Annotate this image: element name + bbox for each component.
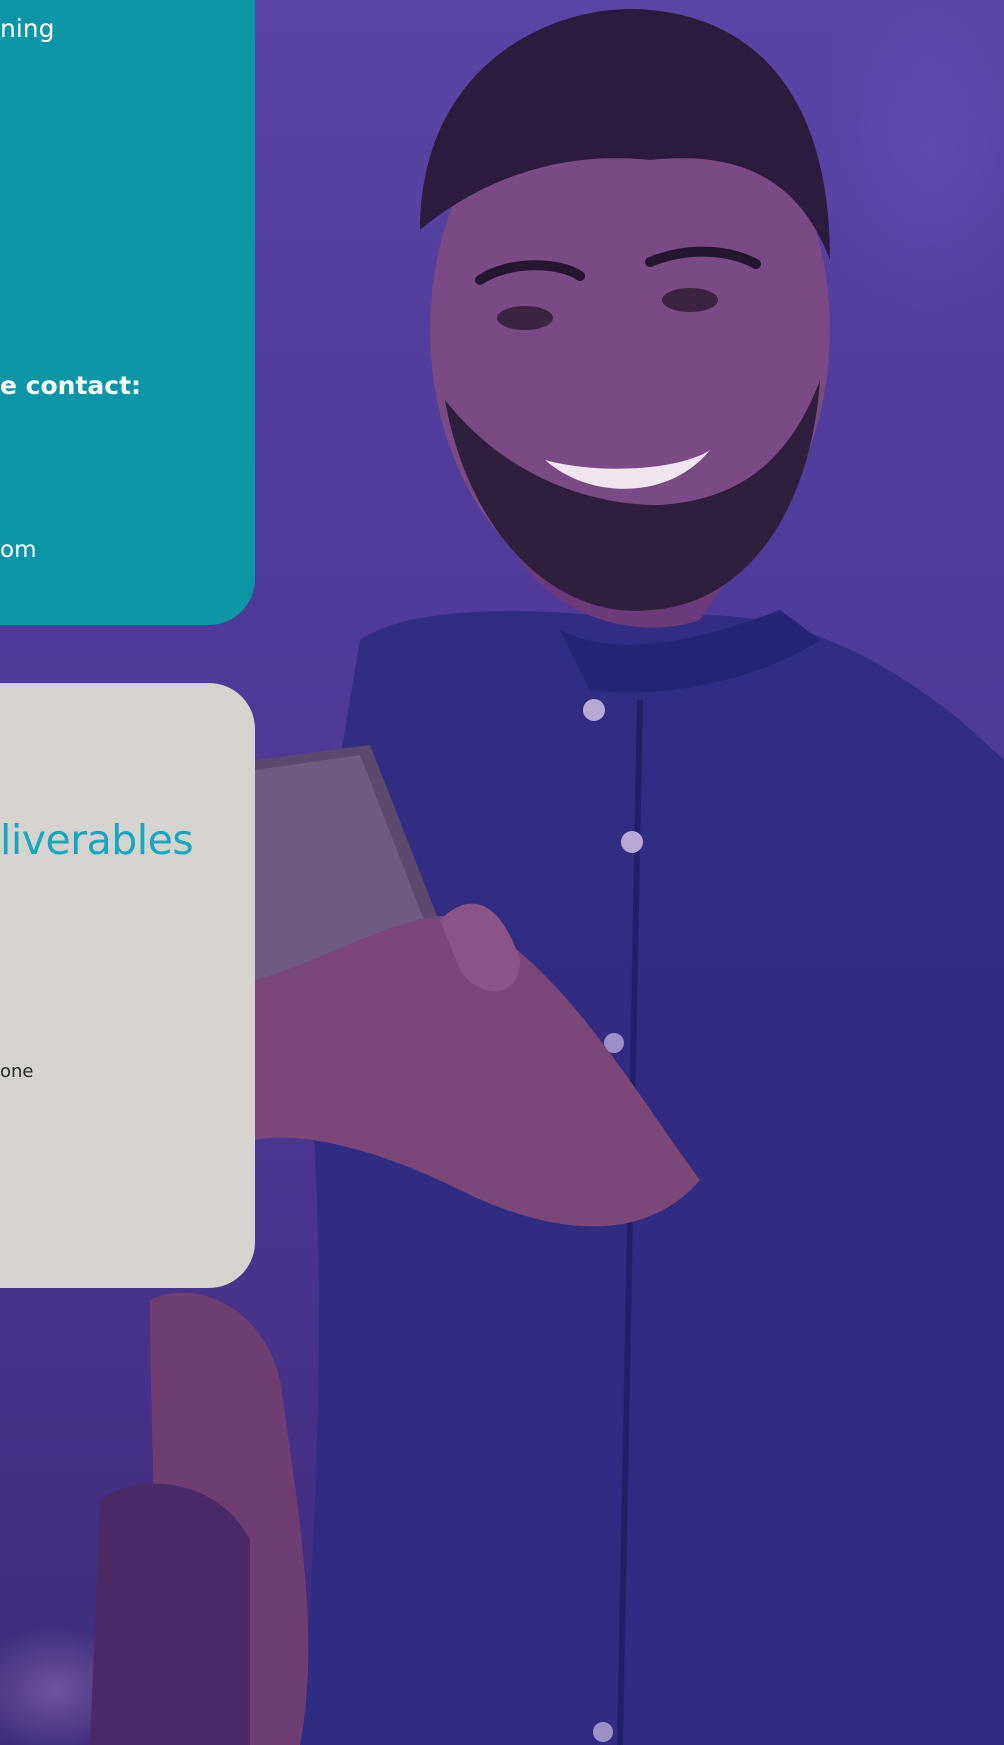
deliverables-heading: liverables [0,816,194,864]
deliverables-text-line: one [0,1061,34,1082]
contact-info-card: ning e contact: om [0,0,255,625]
email-text: om [0,537,37,563]
card-text-line: ning [0,14,55,43]
deliverables-card: liverables one [0,683,255,1288]
contact-label: e contact: [0,371,142,400]
